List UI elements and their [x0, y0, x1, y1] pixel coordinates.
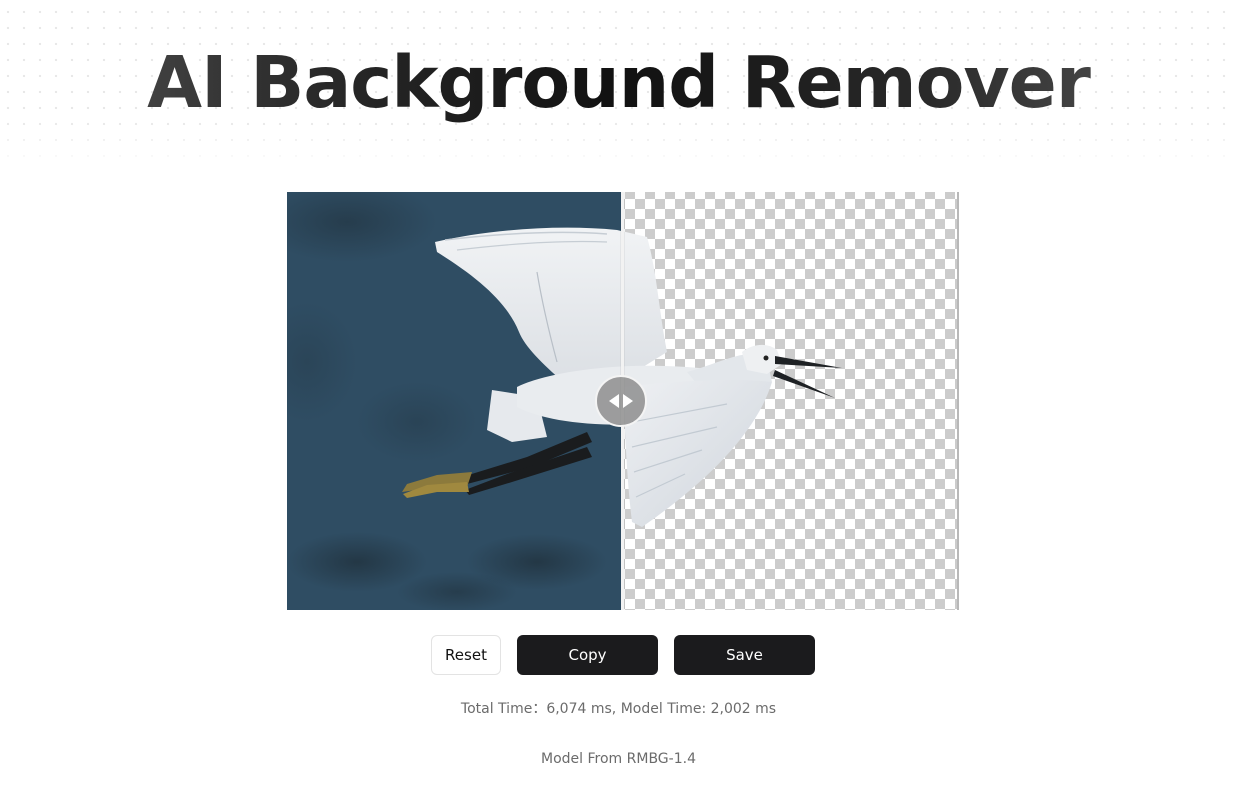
compare-slider-handle[interactable] — [595, 375, 647, 427]
model-time-value: 2,002 ms — [710, 701, 777, 717]
image-right-border — [957, 192, 959, 610]
model-name: RMBG-1.4 — [626, 751, 696, 767]
model-credit: Model From RMBG-1.4 — [0, 751, 1237, 767]
total-time-label: Total Time： — [460, 701, 547, 717]
save-button[interactable]: Save — [674, 635, 815, 675]
arrow-left-icon — [609, 394, 619, 408]
timing-stats: Total Time：6,074 ms, Model Time: 2,002 m… — [0, 698, 1237, 718]
copy-button[interactable]: Copy — [517, 635, 658, 675]
arrow-right-icon — [623, 394, 633, 408]
model-time-label: Model Time: — [620, 701, 711, 717]
reset-button[interactable]: Reset — [431, 635, 501, 675]
image-compare-slider[interactable] — [287, 192, 958, 610]
page-title: AI Background Remover — [0, 38, 1237, 128]
stats-separator: , — [611, 701, 621, 717]
total-time-value: 6,074 ms — [546, 701, 612, 717]
model-credit-prefix: Model From — [541, 751, 627, 767]
